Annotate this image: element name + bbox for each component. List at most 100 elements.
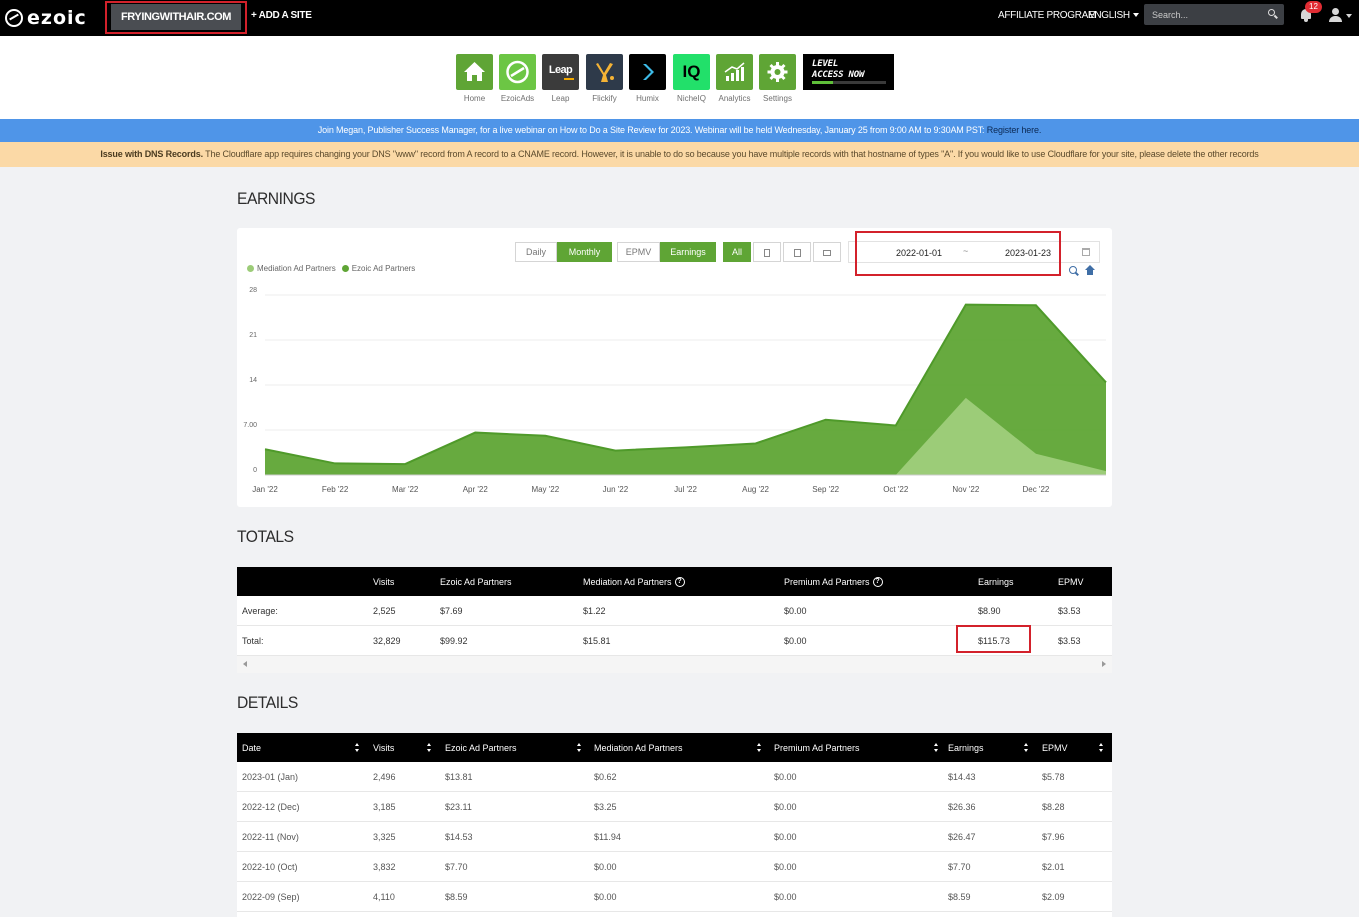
table-cell: 2022-12 (Dec) [242,801,300,812]
table-cell: 3,325 [373,831,396,842]
table-cell: $26.47 [948,831,976,842]
table-cell: $23.11 [445,801,472,812]
y-tick-label: 0 [253,467,257,474]
desktop-icon [823,249,831,256]
x-tick-label: May '22 [531,485,559,494]
flickify-icon [586,54,623,90]
table-row: 2022-12 (Dec) 3,185 $23.11 $3.25 $0.00 $26.36… [237,792,1112,822]
totals-header-premium-label: Premium Ad Partners [784,576,870,587]
chevron-down-icon [1132,13,1139,18]
table-cell: 32,829 [373,635,401,646]
table-cell: 2022-10 (Oct) [242,861,298,872]
language-label: ENGLISH [1088,10,1130,21]
legend-label-ezoic: Ezoic Ad Partners [351,264,416,273]
app-settings[interactable]: Settings [759,54,796,103]
app-launcher-row: Home EzoicAds Leap Leap Flickify Humix I… [0,36,1359,119]
table-row: 2022-09 (Sep) 4,110 $8.59 $0.00 $0.00 $8.59 $2… [237,882,1112,912]
table-row: 2022-10 (Oct) 3,832 $7.70 $0.00 $0.00 $7.70 $2… [237,852,1112,882]
table-cell: $14.53 [445,831,473,842]
help-icon[interactable]: ? [674,576,685,587]
monthly-toggle[interactable]: Monthly [557,242,612,262]
legend-item-ezoic[interactable]: Ezoic Ad Partners [341,264,416,273]
earnings-toggle[interactable]: Earnings [660,242,716,262]
user-account-icon[interactable] [1328,8,1342,22]
mobile-toggle[interactable] [783,242,811,262]
level-access-now-button[interactable]: LEVEL ACCESS NOW [803,54,894,90]
calendar-icon[interactable] [1082,248,1090,256]
table-cell: Average: [242,605,278,616]
ezoic-logo[interactable]: ezoic [5,7,87,29]
sort-icon[interactable] [577,743,582,753]
table-cell: $3.53 [1058,605,1081,616]
legend-item-mediation[interactable]: Mediation Ad Partners [247,264,336,273]
table-cell: $8.59 [948,891,971,902]
register-link[interactable]: Register here. [987,125,1042,135]
all-devices-toggle[interactable]: All [723,242,751,262]
chevron-down-icon [1346,14,1352,18]
mobile-icon [793,248,801,257]
table-cell: $3.25 [594,801,617,812]
table-cell: $8.90 [978,605,1001,616]
app-flickify[interactable]: Flickify [586,54,623,103]
sort-icon[interactable] [934,743,939,753]
scroll-left-arrow-icon[interactable] [243,661,247,667]
app-analytics[interactable]: Analytics [716,54,753,103]
legend-swatch-mediation [247,265,254,272]
dns-warning-title: Issue with DNS Records. [100,149,203,159]
language-dropdown[interactable]: ENGLISH [1088,10,1139,21]
search-icon[interactable] [1268,9,1275,16]
desktop-toggle[interactable] [813,242,841,262]
table-row: 2022-11 (Nov) 3,325 $14.53 $11.94 $0.00 $26.4… [237,822,1112,852]
webinar-banner: Join Megan, Publisher Success Manager, f… [0,119,1359,142]
legend-label-mediation: Mediation Ad Partners [257,264,336,273]
details-header-visits[interactable]: Visits [373,733,394,762]
tablet-icon [764,248,770,257]
table-row: 2023-01 (Jan) 2,496 $13.81 $0.62 $0.00 $14.43… [237,762,1112,792]
app-ezoicads[interactable]: EzoicAds [499,54,536,103]
details-header-earnings[interactable]: Earnings [948,733,984,762]
table-cell: $0.00 [784,605,807,616]
reset-zoom-home-icon[interactable] [1085,265,1095,275]
horizontal-scrollbar[interactable] [237,656,1112,673]
sort-icon[interactable] [355,743,360,753]
app-settings-label: Settings [763,94,792,103]
table-cell: 2023-01 (Jan) [242,771,299,782]
sort-icon[interactable] [757,743,762,753]
add-site-link[interactable]: + ADD A SITE [251,10,312,21]
scroll-right-arrow-icon[interactable] [1102,661,1106,667]
table-cell: $0.00 [774,771,797,782]
help-icon[interactable]: ? [872,576,883,587]
date-range-highlight-box [855,231,1061,276]
app-humix[interactable]: Humix [629,54,666,103]
table-cell: $99.92 [440,635,468,646]
affiliate-program-link[interactable]: AFFILIATE PROGRAM [998,10,1096,21]
totals-header-premium: Premium Ad Partners? [784,567,883,596]
details-header-ezoic[interactable]: Ezoic Ad Partners [445,733,517,762]
nicheiq-icon: IQ [673,54,710,90]
details-header-mediation[interactable]: Mediation Ad Partners [594,733,683,762]
table-cell: $2.01 [1042,861,1065,872]
app-home[interactable]: Home [456,54,493,103]
sort-icon[interactable] [1024,743,1029,753]
zoom-icon[interactable] [1069,266,1077,274]
search-input[interactable] [1152,8,1262,21]
totals-header-ezoic: Ezoic Ad Partners [440,576,512,587]
table-cell: $0.00 [594,861,617,872]
daily-toggle[interactable]: Daily [515,242,557,262]
table-cell: $7.70 [445,861,468,872]
details-header-date[interactable]: Date [242,733,261,762]
app-leap[interactable]: Leap Leap [542,54,579,103]
earnings-title: EARNINGS [237,189,316,208]
sort-icon[interactable] [427,743,432,753]
x-tick-label: Mar '22 [392,485,419,494]
totals-header-mediation-label: Mediation Ad Partners [583,576,672,587]
table-cell: $0.00 [594,891,617,902]
ezoic-logo-text: ezoic [27,7,87,29]
tablet-toggle[interactable] [753,242,781,262]
leap-icon-text: Leap [548,64,573,76]
details-header-premium[interactable]: Premium Ad Partners [774,733,860,762]
sort-icon[interactable] [1099,743,1104,753]
app-nicheiq[interactable]: IQ NicheIQ [673,54,710,103]
epmv-toggle[interactable]: EPMV [617,242,660,262]
details-header-epmv[interactable]: EPMV [1042,733,1068,762]
